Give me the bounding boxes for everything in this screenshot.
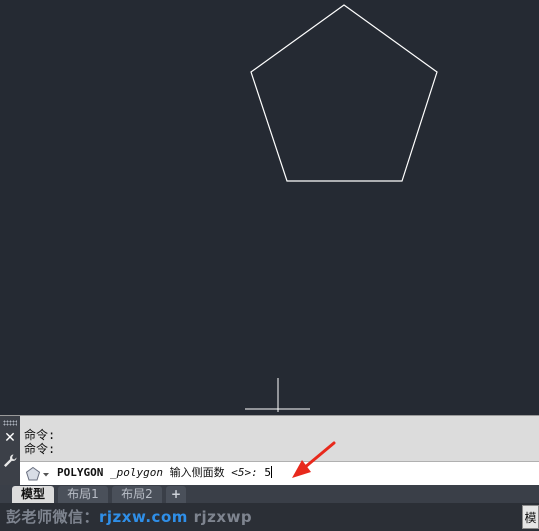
- tab-model[interactable]: 模型: [12, 486, 54, 503]
- annotation-arrow: [292, 441, 336, 478]
- watermark-text: 彭老师微信：rjzxw.com rjzxwp: [6, 508, 252, 526]
- status-bar: 彭老师微信：rjzxw.com rjzxwp: [0, 503, 539, 531]
- tab-layout2[interactable]: 布局2: [112, 486, 162, 503]
- layout-tab-bar: 模型 布局1 布局2 +: [0, 485, 539, 503]
- annotation-overlay: [292, 441, 336, 478]
- tab-layout1[interactable]: 布局1: [58, 486, 108, 503]
- model-space-button[interactable]: 模: [522, 505, 539, 529]
- watermark-url: rjzxw.com: [99, 508, 188, 526]
- add-layout-button[interactable]: +: [166, 486, 186, 503]
- watermark-prefix: 彭老师微信：: [6, 508, 100, 526]
- watermark-suffix: rjzxwp: [193, 508, 253, 526]
